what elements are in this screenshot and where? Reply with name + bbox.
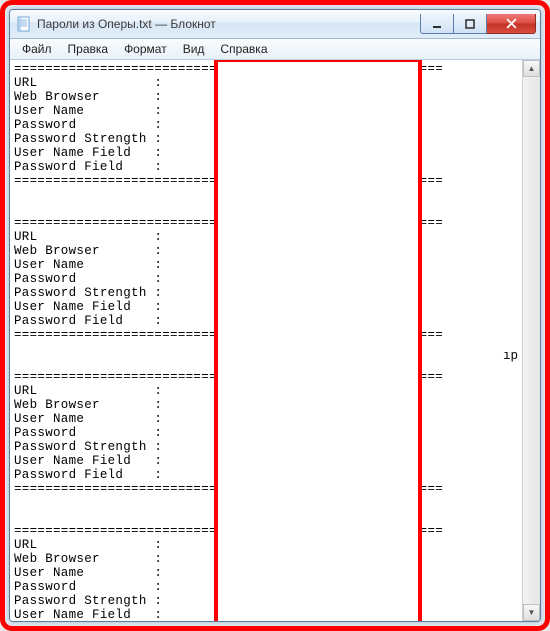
titlebar[interactable]: Пароли из Оперы.txt — Блокнот xyxy=(10,10,540,39)
menubar: Файл Правка Формат Вид Справка xyxy=(10,39,540,60)
vertical-scrollbar[interactable]: ▲ ▼ xyxy=(522,60,540,621)
close-button[interactable] xyxy=(487,14,536,34)
client-area: ========================================… xyxy=(10,60,540,621)
overflow-text-fragment: ıp xyxy=(503,349,518,363)
menu-item-view[interactable]: Вид xyxy=(175,41,213,57)
menu-item-file[interactable]: Файл xyxy=(14,41,60,57)
window-title: Пароли из Оперы.txt — Блокнот xyxy=(37,17,420,31)
menu-item-edit[interactable]: Правка xyxy=(60,41,117,57)
maximize-button[interactable] xyxy=(454,14,487,34)
minimize-button[interactable] xyxy=(420,14,454,34)
scroll-up-arrow-icon[interactable]: ▲ xyxy=(523,60,540,77)
window-controls xyxy=(420,14,536,34)
menu-item-help[interactable]: Справка xyxy=(212,41,275,57)
menu-item-format[interactable]: Формат xyxy=(116,41,175,57)
notepad-window: Пароли из Оперы.txt — Блокнот Файл Правк… xyxy=(9,9,541,622)
scroll-down-arrow-icon[interactable]: ▼ xyxy=(523,604,540,621)
annotation-frame: Пароли из Оперы.txt — Блокнот Файл Правк… xyxy=(0,0,550,631)
redaction-overlay xyxy=(214,60,422,621)
notepad-icon xyxy=(16,16,32,32)
